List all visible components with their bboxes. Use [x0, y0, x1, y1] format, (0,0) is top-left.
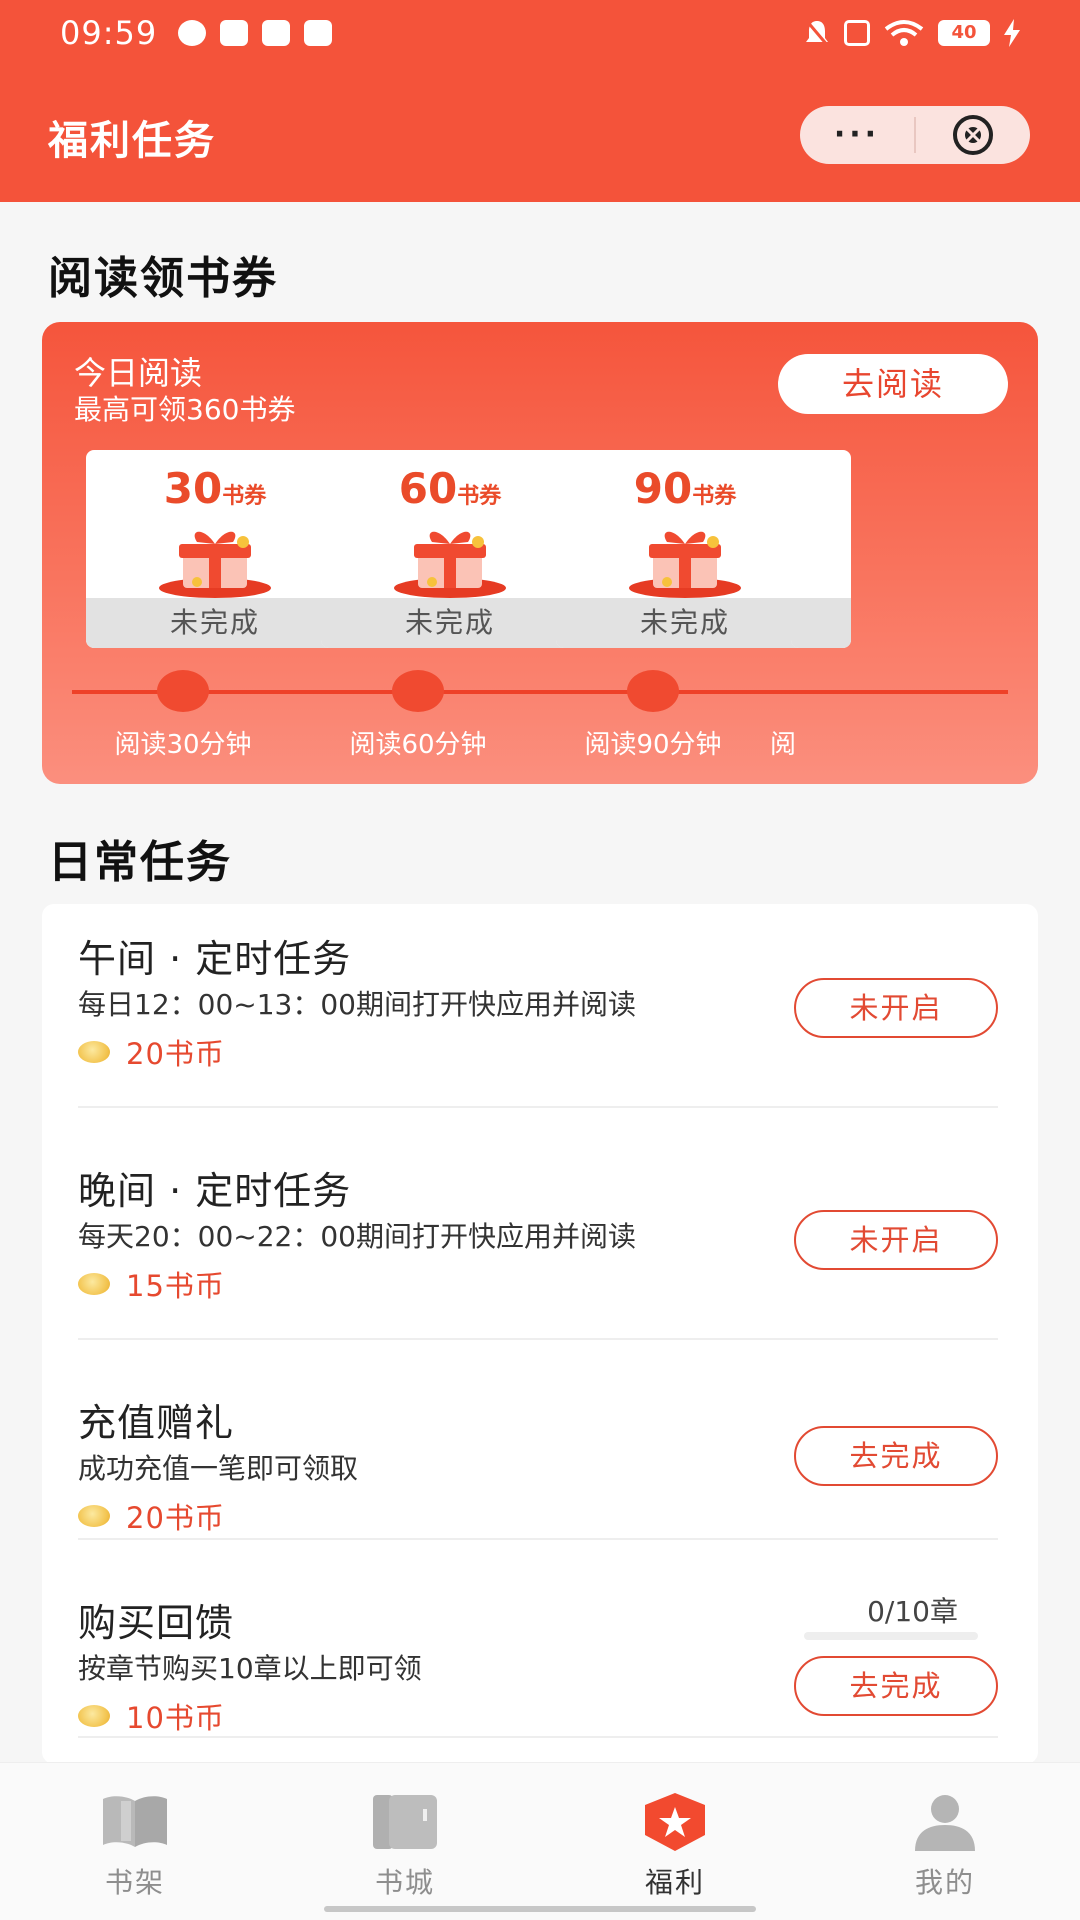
task-action-button[interactable]: 去完成 [794, 1656, 998, 1716]
reading-progress-line [72, 690, 1008, 694]
milestone-label: 阅读30分钟 [114, 730, 252, 760]
gift-icon [159, 531, 271, 598]
app-header: 09:59 40 福利任务 ··· [0, 0, 1080, 202]
close-button[interactable] [916, 112, 1030, 158]
task-description: 按章节购买10章以上即可领 [78, 1652, 422, 1685]
task-item: 购买回馈 按章节购买10章以上即可领 10书币 0/10章 去完成 [78, 1592, 998, 1737]
reward-unit: 书券 [457, 484, 502, 509]
mini-program-capsule: ··· [800, 106, 1030, 164]
task-action-button[interactable]: 未开启 [794, 1210, 998, 1270]
coin-icon [78, 1705, 110, 1727]
gift-icon [629, 531, 741, 598]
reading-reward-card: 今日阅读 最高可领360书券 去阅读 30书券 未完成 60书券 未完成 90书… [42, 322, 1038, 784]
nav-item-bookstore[interactable]: 书城 [335, 1791, 475, 1901]
milestone-dot [157, 670, 209, 712]
bottom-navigation: 书架 书城 福利 我的 [0, 1762, 1080, 1920]
task-divider [78, 1538, 998, 1540]
reward-status: 未完成 [556, 598, 814, 648]
book-icon [220, 20, 248, 46]
notification-icons [178, 20, 332, 46]
person-icon [915, 1795, 975, 1851]
reward-number: 90 [633, 464, 693, 513]
card-icon [304, 20, 332, 46]
nav-item-welfare[interactable]: 福利 [605, 1791, 745, 1901]
daily-section-title: 日常任务 [48, 837, 232, 888]
task-progress-bar [804, 1632, 978, 1640]
nav-item-bookshelf[interactable]: 书架 [65, 1791, 205, 1901]
nav-label: 书城 [374, 1866, 435, 1899]
nav-label: 书架 [104, 1866, 165, 1899]
wifi-icon [884, 20, 924, 46]
coin-icon [78, 1041, 110, 1063]
coin-icon [78, 1505, 110, 1527]
task-divider [78, 1338, 998, 1340]
task-description: 每日12：00~13：00期间打开快应用并阅读 [78, 988, 636, 1021]
reward-card[interactable]: 30书券 未完成 [86, 450, 344, 648]
task-progress-text: 0/10章 [867, 1595, 958, 1628]
speedometer-icon [178, 20, 206, 46]
reward-card[interactable]: 90书券 未完成 [556, 450, 814, 648]
charging-icon [1004, 19, 1020, 47]
task-description: 每天20：00~22：00期间打开快应用并阅读 [78, 1220, 636, 1253]
task-reward: 20书币 [78, 1495, 998, 1537]
star-badge-icon [645, 1793, 705, 1851]
task-item: 午间 · 定时任务 每日12：00~13：00期间打开快应用并阅读 20书币 未… [78, 928, 998, 1073]
task-divider [78, 1106, 998, 1108]
no-sim-icon [844, 20, 870, 46]
reward-card-partial[interactable] [791, 450, 851, 648]
task-reward-value: 15书币 [126, 1269, 225, 1303]
reward-amount: 90书券 [556, 464, 814, 513]
reading-section-title: 阅读领书券 [48, 253, 278, 304]
milestone-label: 阅读90分钟 [584, 730, 722, 760]
book-open-icon [103, 1796, 167, 1847]
status-bar: 09:59 40 [0, 0, 1080, 70]
task-reward-value: 20书币 [126, 1501, 225, 1535]
milestone-label: 阅读60分钟 [349, 730, 487, 760]
reward-strip[interactable]: 30书券 未完成 60书券 未完成 90书券 未完成 [86, 450, 1004, 650]
go-read-button[interactable]: 去阅读 [778, 354, 1008, 414]
task-name: 午间 · 定时任务 [78, 937, 352, 981]
coin-icon [78, 1273, 110, 1295]
reward-unit: 书券 [222, 484, 267, 509]
milestone-label-partial: 阅 [770, 730, 797, 760]
daily-task-list: 午间 · 定时任务 每日12：00~13：00期间打开快应用并阅读 20书币 未… [42, 904, 1038, 1764]
task-name: 晚间 · 定时任务 [78, 1169, 352, 1213]
task-reward-value: 10书币 [126, 1701, 225, 1735]
close-circle-icon [953, 115, 993, 155]
nav-label: 福利 [644, 1866, 705, 1899]
task-item: 充值赠礼 成功充值一笔即可领取 20书币 去完成 [78, 1392, 998, 1537]
reward-amount: 30书券 [86, 464, 344, 513]
card-subtitle: 最高可领360书券 [74, 393, 296, 426]
mail-icon [262, 20, 290, 46]
system-icons: 40 [804, 18, 1020, 48]
nav-item-mine[interactable]: 我的 [875, 1791, 1015, 1901]
reward-status: 未完成 [86, 598, 344, 648]
bell-off-icon [804, 19, 830, 47]
reward-unit: 书券 [692, 484, 737, 509]
task-item: 晚间 · 定时任务 每天20：00~22：00期间打开快应用并阅读 15书币 未… [78, 1160, 998, 1305]
task-divider [78, 1736, 998, 1738]
status-time: 09:59 [60, 14, 158, 52]
reward-status: 未完成 [321, 598, 579, 648]
page-title: 福利任务 [48, 118, 216, 164]
nav-label: 我的 [914, 1866, 975, 1899]
reward-number: 60 [398, 464, 458, 513]
battery-icon: 40 [938, 20, 990, 46]
task-description: 成功充值一笔即可领取 [78, 1452, 359, 1485]
gift-icon [394, 531, 506, 598]
reward-card[interactable]: 60书券 未完成 [321, 450, 579, 648]
task-reward-value: 20书币 [126, 1037, 225, 1071]
milestone-dot [392, 670, 444, 712]
bookstore-icon [373, 1795, 437, 1849]
home-indicator[interactable] [324, 1906, 756, 1912]
task-action-button[interactable]: 去完成 [794, 1426, 998, 1486]
reward-number: 30 [163, 464, 223, 513]
milestone-dot [627, 670, 679, 712]
reward-amount: 60书券 [321, 464, 579, 513]
reward-status-partial [791, 598, 851, 648]
task-action-button[interactable]: 未开启 [794, 978, 998, 1038]
more-button[interactable]: ··· [800, 120, 914, 150]
